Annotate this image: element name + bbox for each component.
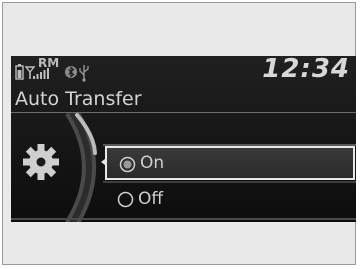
gear-icon	[23, 144, 59, 180]
usb-icon	[79, 65, 89, 82]
clock: 12:34	[262, 56, 350, 84]
settings-content: On Off	[11, 107, 356, 222]
option-on-label: On	[140, 153, 165, 173]
option-off-label: Off	[138, 189, 164, 209]
divider-bottom	[11, 218, 356, 220]
section-icon-area	[11, 107, 103, 222]
status-bar: RM 12:34	[11, 56, 356, 86]
radio-unselected-icon	[117, 191, 134, 208]
option-off[interactable]: Off	[105, 183, 355, 217]
phone-battery-icon	[15, 64, 24, 80]
display-screen: RM 12:34 Auto Transfer On Off	[11, 56, 356, 222]
bluetooth-icon	[65, 66, 77, 78]
selector-dial	[23, 107, 97, 222]
radio-selected-icon	[119, 156, 136, 173]
status-icons: RM	[15, 56, 115, 82]
roaming-indicator: RM	[38, 56, 60, 70]
title-bar: Auto Transfer	[11, 86, 356, 113]
page-title: Auto Transfer	[15, 88, 142, 110]
option-on[interactable]: On	[105, 146, 355, 180]
status-icon-strip	[15, 64, 89, 82]
